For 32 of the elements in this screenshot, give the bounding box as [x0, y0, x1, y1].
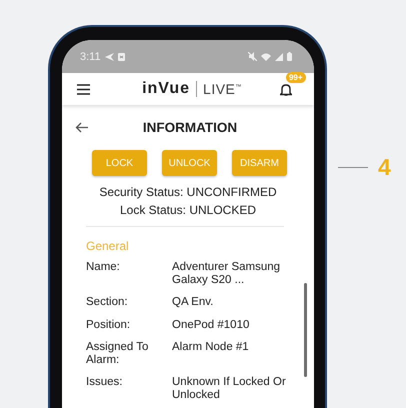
field-label: Name:	[86, 261, 121, 275]
field-label: Issues:	[86, 376, 124, 390]
signal-icon	[275, 52, 283, 60]
product-name: LIVE$^{™}$	[203, 81, 242, 97]
bell-icon	[280, 84, 292, 96]
section-heading: General	[86, 239, 130, 253]
navigation-arrow-icon	[104, 52, 114, 60]
status-time: 3:11	[80, 50, 101, 62]
callout-number: 4	[378, 154, 391, 181]
field-label: Assigned To Alarm:	[86, 341, 150, 366]
notification-badge: 99+	[286, 72, 306, 83]
field-label: Section:	[86, 296, 129, 308]
field-value: Adventurer Samsung Galaxy S20 ...	[172, 261, 282, 286]
status-text: Security Status: UNCONFIRMED	[99, 184, 277, 201]
status-text: Lock Status: UNLOCKED	[120, 202, 256, 219]
field-value: OnePod #1010	[172, 318, 250, 331]
back-arrow-icon[interactable]	[75, 122, 88, 133]
action-button[interactable]: DISARM	[232, 150, 287, 176]
action-button[interactable]: LOCK	[92, 150, 147, 176]
wifi-icon	[261, 52, 271, 60]
field-value: Alarm Node #1	[172, 341, 250, 355]
battery-icon	[287, 52, 292, 61]
field-label: Position:	[86, 318, 132, 331]
action-button[interactable]: UNLOCK	[162, 150, 217, 176]
notification-icon	[118, 52, 125, 60]
menu-icon	[77, 84, 90, 94]
brand-logo: inVue	[142, 80, 190, 98]
leader-line	[338, 167, 368, 168]
page-title: INFORMATION	[142, 120, 238, 135]
field-value: QA Env.	[172, 296, 214, 308]
mute-icon	[248, 52, 257, 61]
field-value: Unknown If Locked Or Unlocked	[172, 376, 287, 401]
